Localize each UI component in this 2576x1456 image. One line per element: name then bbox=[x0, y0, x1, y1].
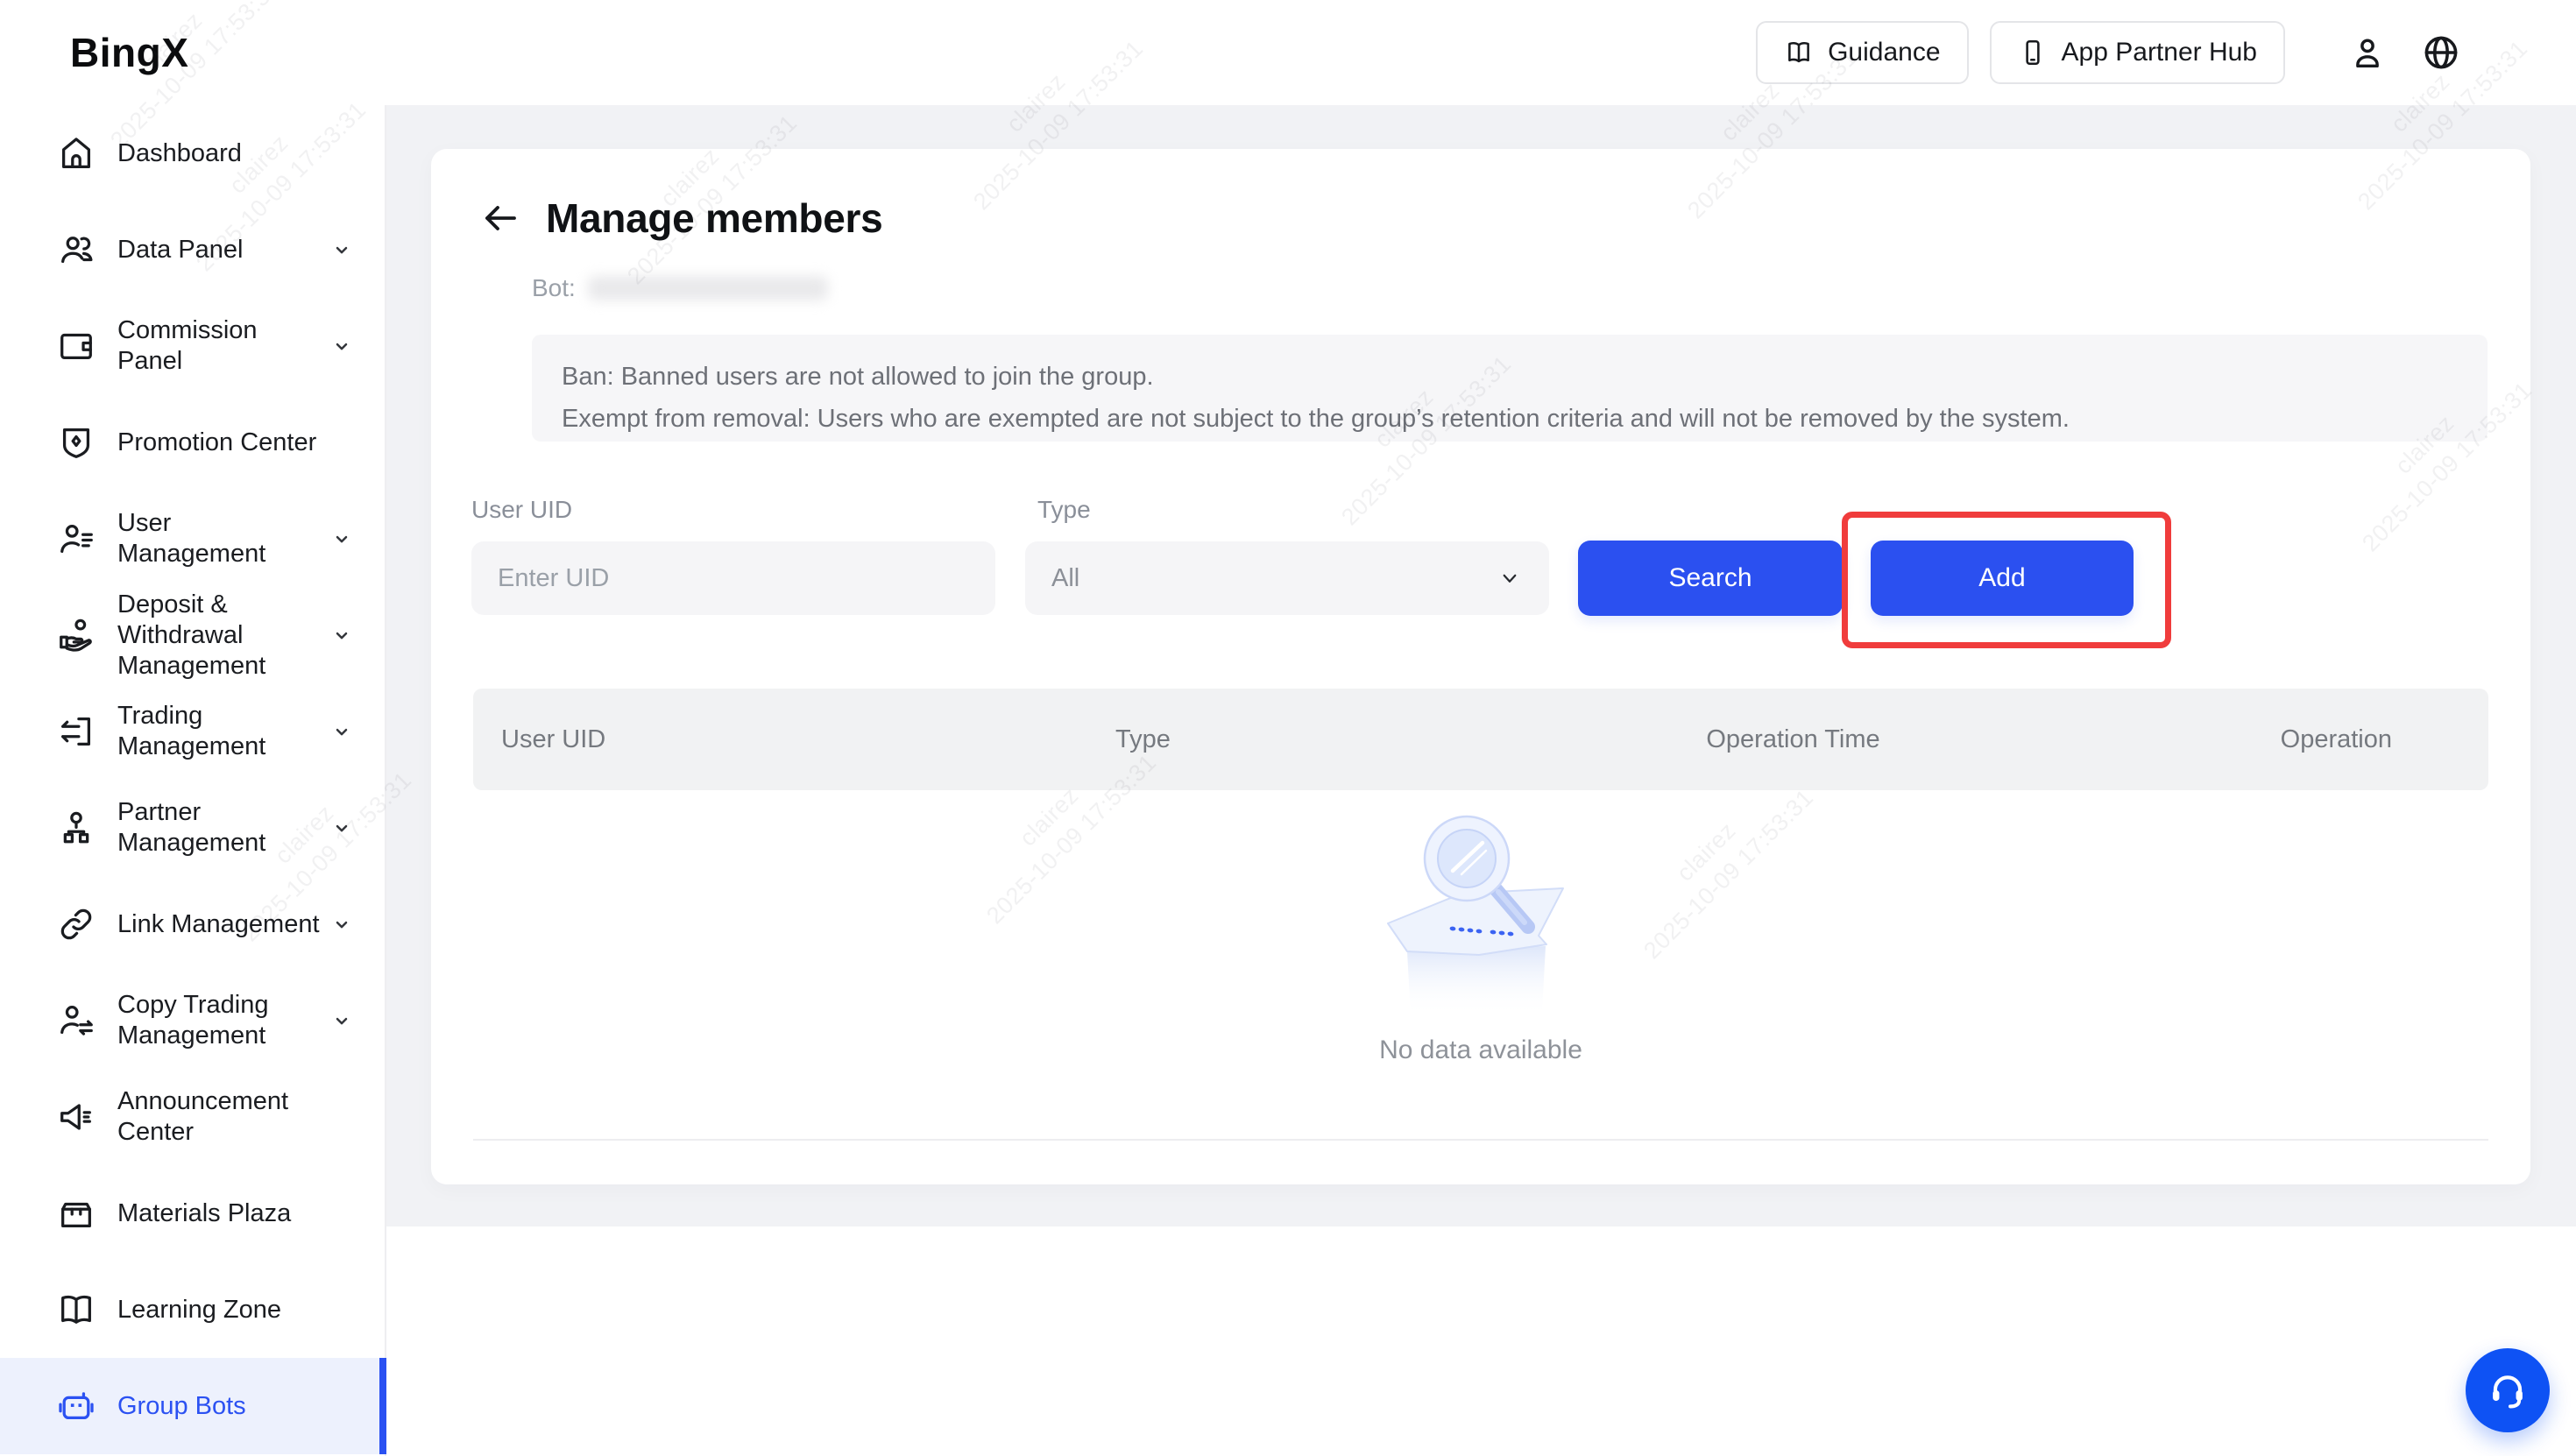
book-icon bbox=[1784, 38, 1814, 67]
sidebar-item-materials-plaza[interactable]: Materials Plaza bbox=[0, 1165, 385, 1262]
user-uid-label: User UID bbox=[471, 496, 572, 524]
link-icon bbox=[56, 904, 96, 944]
transfer-icon bbox=[56, 711, 96, 752]
robot-icon bbox=[56, 1386, 96, 1426]
column-header-user-uid: User UID bbox=[473, 725, 1098, 754]
notice-line-1: Ban: Banned users are not allowed to joi… bbox=[562, 356, 2458, 398]
sidebar: Dashboard Data Panel Commission Panel bbox=[0, 105, 386, 1456]
main-area: Manage members Bot: Ban: Banned users ar… bbox=[386, 105, 2576, 1226]
sidebar-item-data-panel[interactable]: Data Panel bbox=[0, 201, 385, 298]
account-icon[interactable] bbox=[2341, 26, 2394, 79]
sidebar-item-label: Group Bots bbox=[117, 1391, 355, 1422]
type-select-value: All bbox=[1051, 564, 1079, 593]
sidebar-item-copy-trading[interactable]: Copy Trading Management bbox=[0, 972, 385, 1069]
users-icon bbox=[56, 230, 96, 270]
briefcase-icon bbox=[56, 1193, 96, 1233]
sidebar-item-promotion-center[interactable]: Promotion Center bbox=[0, 394, 385, 491]
headset-icon bbox=[2485, 1368, 2530, 1413]
sidebar-item-trading-management[interactable]: Trading Management bbox=[0, 683, 385, 780]
home-icon bbox=[56, 133, 96, 173]
bot-row: Bot: bbox=[532, 274, 828, 302]
notice-banner: Ban: Banned users are not allowed to joi… bbox=[532, 335, 2488, 442]
chevron-down-icon bbox=[329, 815, 355, 841]
sidebar-item-label: Deposit & Withdrawal Management bbox=[117, 590, 322, 682]
sidebar-item-label: Trading Management bbox=[117, 701, 322, 762]
user-list-icon bbox=[56, 519, 96, 559]
book-icon bbox=[56, 1290, 96, 1330]
badge-icon bbox=[56, 422, 96, 463]
sidebar-item-label: Partner Management bbox=[117, 797, 322, 859]
column-header-operation: Operation bbox=[2065, 725, 2488, 754]
bot-label: Bot: bbox=[532, 274, 576, 302]
table-header: User UID Type Operation Time Operation bbox=[473, 689, 2488, 790]
chevron-down-icon bbox=[1497, 565, 1523, 591]
chevron-down-icon bbox=[329, 1007, 355, 1034]
app-partner-hub-label: App Partner Hub bbox=[2062, 38, 2257, 67]
sidebar-item-label: Promotion Center bbox=[117, 428, 355, 458]
chevron-down-icon bbox=[329, 911, 355, 937]
sidebar-item-dashboard[interactable]: Dashboard bbox=[0, 105, 385, 201]
sidebar-item-user-management[interactable]: User Management bbox=[0, 491, 385, 587]
column-header-operation-time: Operation Time bbox=[1521, 725, 2065, 754]
sidebar-item-commission-panel[interactable]: Commission Panel bbox=[0, 298, 385, 394]
copy-trading-icon bbox=[56, 1000, 96, 1041]
sidebar-item-label: Copy Trading Management bbox=[117, 990, 322, 1051]
support-fab[interactable] bbox=[2466, 1348, 2550, 1432]
user-uid-input[interactable] bbox=[471, 541, 995, 615]
add-button[interactable]: Add bbox=[1871, 541, 2134, 616]
table-bottom-divider bbox=[473, 1139, 2488, 1141]
chevron-down-icon bbox=[329, 718, 355, 745]
header-actions: Guidance App Partner Hub bbox=[1756, 0, 2467, 105]
type-label: Type bbox=[1037, 496, 1091, 524]
back-arrow-icon[interactable] bbox=[479, 197, 521, 239]
sidebar-item-label: Commission Panel bbox=[117, 315, 322, 377]
manage-members-card: Manage members Bot: Ban: Banned users ar… bbox=[431, 149, 2530, 1184]
sidebar-item-label: User Management bbox=[117, 508, 322, 569]
type-select[interactable]: All bbox=[1025, 541, 1549, 615]
sidebar-item-label: Dashboard bbox=[117, 138, 355, 169]
sidebar-item-label: Link Management bbox=[117, 909, 322, 940]
chevron-down-icon bbox=[329, 526, 355, 552]
chevron-down-icon bbox=[329, 622, 355, 648]
app-partner-hub-button[interactable]: App Partner Hub bbox=[1990, 21, 2285, 84]
notice-line-2: Exempt from removal: Users who are exemp… bbox=[562, 398, 2458, 440]
sidebar-item-learning-zone[interactable]: Learning Zone bbox=[0, 1262, 385, 1358]
sidebar-item-announcement-center[interactable]: Announcement Center bbox=[0, 1069, 385, 1165]
bot-name-redacted bbox=[588, 276, 828, 300]
chevron-down-icon bbox=[329, 333, 355, 359]
page-title: Manage members bbox=[546, 194, 882, 242]
guidance-button[interactable]: Guidance bbox=[1756, 21, 1968, 84]
wallet-icon bbox=[56, 326, 96, 366]
chevron-down-icon bbox=[329, 237, 355, 263]
guidance-label: Guidance bbox=[1828, 38, 1940, 67]
empty-text: No data available bbox=[1379, 1035, 1582, 1065]
megaphone-icon bbox=[56, 1097, 96, 1137]
search-button[interactable]: Search bbox=[1578, 541, 1843, 616]
sidebar-item-label: Learning Zone bbox=[117, 1295, 355, 1325]
sidebar-item-label: Data Panel bbox=[117, 235, 322, 265]
empty-state: No data available bbox=[473, 804, 2488, 1065]
org-chart-icon bbox=[56, 808, 96, 848]
sidebar-item-deposit-withdrawal[interactable]: Deposit & Withdrawal Management bbox=[0, 587, 385, 683]
sidebar-item-label: Materials Plaza bbox=[117, 1198, 355, 1229]
title-row: Manage members bbox=[479, 194, 882, 242]
phone-icon bbox=[2018, 38, 2048, 67]
sidebar-item-partner-management[interactable]: Partner Management bbox=[0, 780, 385, 876]
column-header-type: Type bbox=[1098, 725, 1521, 754]
brand-logo: BingX bbox=[70, 29, 188, 76]
sidebar-item-label: Announcement Center bbox=[117, 1086, 355, 1148]
app-root: BingX Guidance App Partner Hub bbox=[0, 0, 2576, 1456]
top-header: BingX Guidance App Partner Hub bbox=[0, 0, 2576, 105]
sidebar-item-group-bots[interactable]: Group Bots bbox=[0, 1358, 385, 1454]
no-data-illustration bbox=[1371, 804, 1590, 1023]
hand-coin-icon bbox=[56, 615, 96, 655]
sidebar-item-link-management[interactable]: Link Management bbox=[0, 876, 385, 972]
language-globe-icon[interactable] bbox=[2415, 26, 2467, 79]
